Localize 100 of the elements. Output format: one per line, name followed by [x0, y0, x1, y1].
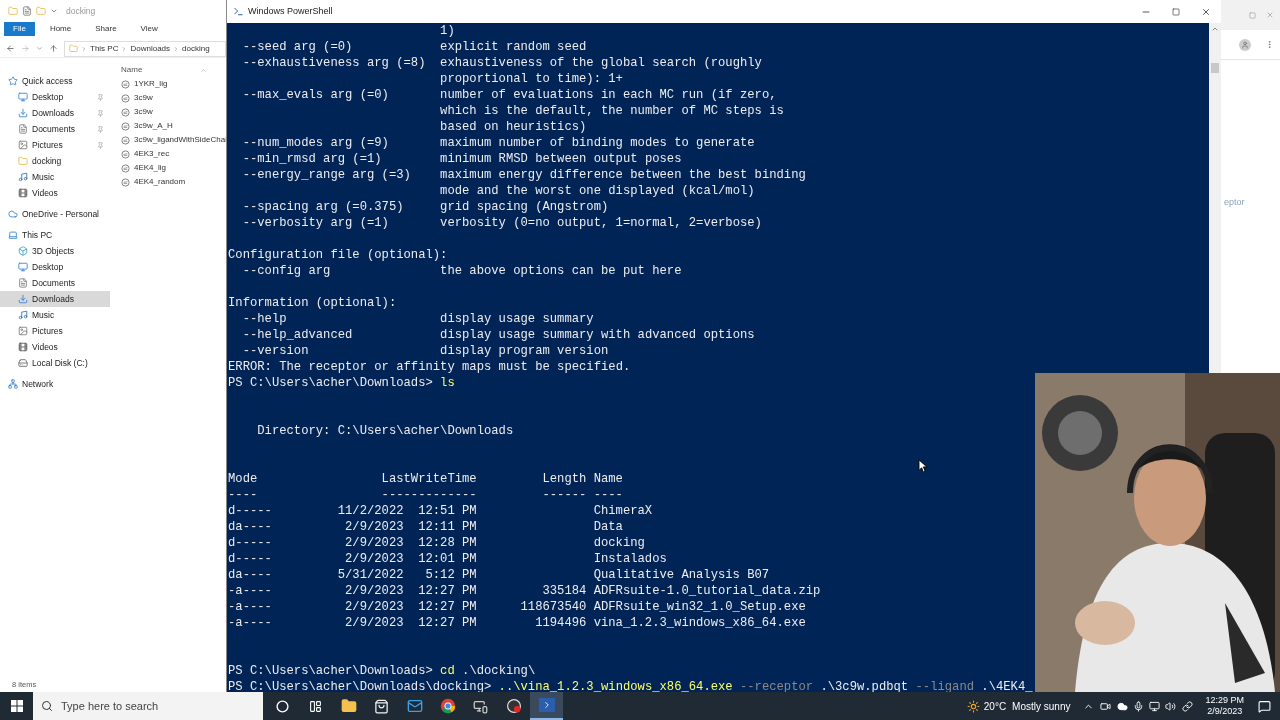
option-description: based on heuristics) — [440, 119, 587, 135]
hard-drive-icon — [18, 358, 28, 368]
scroll-thumb[interactable] — [1211, 63, 1219, 73]
breadcrumb-item[interactable]: docking — [182, 42, 210, 55]
microphone-icon[interactable] — [1133, 700, 1145, 712]
temperature-text[interactable]: 20°C — [983, 698, 1007, 714]
sort-icon — [200, 66, 208, 74]
nav-item[interactable]: This PC — [0, 227, 110, 243]
back-icon[interactable] — [6, 44, 15, 53]
command-text: cd — [440, 663, 455, 679]
parameter-text: --receptor — [739, 679, 814, 692]
notification-icon[interactable] — [1258, 699, 1271, 713]
cloud-icon[interactable] — [1117, 700, 1129, 712]
file-item[interactable]: 1YKR_lig — [121, 77, 226, 91]
nav-item[interactable]: 3D Objects — [0, 243, 110, 259]
link-icon[interactable] — [1182, 700, 1194, 712]
file-icon — [121, 149, 130, 159]
mode-cell: d----- — [228, 536, 272, 550]
nav-item[interactable]: Videos — [0, 185, 110, 201]
nav-item[interactable]: Documents — [0, 121, 110, 137]
argument-text: .\4EK4_ — [981, 679, 1033, 692]
option-name: --verbosity arg (=1) — [242, 216, 389, 230]
option-description: proportional to time): 1+ — [440, 71, 623, 87]
table-header: ---- — [228, 488, 258, 502]
avatar-icon[interactable] — [1239, 38, 1251, 51]
file-item[interactable]: 3c9w_ligandWithSideChai — [121, 133, 226, 147]
nav-item[interactable]: Desktop — [0, 89, 110, 105]
nav-item[interactable]: docking — [0, 153, 110, 169]
menu-icon[interactable] — [1265, 40, 1274, 49]
option-description: verbosity (0=no output, 1=normal, 2=verbose) — [440, 215, 762, 231]
weather-icon[interactable] — [966, 699, 980, 713]
nav-item[interactable]: Music — [0, 307, 110, 323]
ribbon-tab[interactable]: View — [131, 22, 167, 36]
nav-item[interactable]: Videos — [0, 339, 110, 355]
file-item[interactable]: 3c9w — [121, 105, 226, 119]
star-icon — [8, 76, 18, 86]
download-icon — [18, 108, 28, 118]
ribbon-tab[interactable]: Home — [40, 22, 81, 36]
date-cell: 2/9/2023 — [345, 552, 404, 566]
nav-item[interactable]: Pictures — [0, 323, 110, 339]
nav-item[interactable]: Local Disk (C:) — [0, 355, 110, 371]
option-name: --max_evals arg (=0) — [242, 88, 389, 102]
clock[interactable]: 12:29 PM 2/9/2023 — [1205, 695, 1244, 717]
network-icon — [8, 379, 18, 389]
breadcrumb-item[interactable]: Downloads — [130, 42, 171, 55]
search-field[interactable]: Type here to search — [33, 692, 263, 720]
file-item[interactable]: 4EK4_lig — [121, 161, 226, 175]
argument-text: .\docking\ — [462, 663, 536, 679]
camera-icon[interactable] — [1100, 700, 1112, 712]
terminal-icon[interactable] — [530, 692, 563, 720]
prompt-text: PS C:\Users\acher\Downloads\docking> — [228, 679, 492, 692]
argument-text: .\3c9w.pdbqt — [820, 679, 909, 692]
file-icon — [121, 79, 130, 89]
mode-cell: da---- — [228, 568, 272, 582]
option-description: the above options can be put here — [440, 263, 682, 279]
date-cell: 2/9/2023 — [345, 616, 404, 630]
file-icon — [121, 163, 130, 173]
file-icon — [121, 177, 130, 187]
monitor-icon — [18, 262, 28, 272]
file-item[interactable]: 3c9w — [121, 91, 226, 105]
time-cell: 5:12 PM — [425, 568, 477, 582]
mode-cell: da---- — [228, 520, 272, 534]
nav-item[interactable]: Downloads — [0, 291, 110, 307]
address-bar[interactable]: This PC Downloads docking — [64, 40, 226, 57]
nav-item[interactable]: Quick access — [0, 73, 110, 89]
nav-item[interactable]: Pictures — [0, 137, 110, 153]
nav-item[interactable]: Network — [0, 376, 110, 392]
option-description: mode and the worst one displayed (kcal/mol) — [440, 183, 755, 199]
file-icon — [121, 121, 130, 131]
nav-item[interactable]: Desktop — [0, 259, 110, 275]
weather-text[interactable]: Mostly sunny — [1012, 698, 1071, 714]
breadcrumb-item[interactable]: This PC — [90, 42, 119, 55]
nav-item[interactable]: OneDrive - Personal — [0, 206, 110, 222]
up-icon[interactable] — [49, 44, 58, 53]
name-cell: Data — [593, 519, 623, 535]
ribbon-tab[interactable]: File — [4, 22, 35, 36]
option-description: maximum energy difference between the best binding — [440, 167, 806, 183]
nav-item[interactable]: Documents — [0, 275, 110, 291]
output-text: Configuration file (optional): — [228, 248, 448, 262]
option-description: grid spacing (Angstrom) — [440, 199, 609, 215]
nav-item[interactable]: Music — [0, 169, 110, 185]
parameter-text: --ligand — [915, 679, 974, 692]
scroll-up-icon[interactable] — [1211, 25, 1219, 33]
option-description: 1) — [440, 23, 455, 39]
new-folder-icon — [36, 6, 46, 16]
nav-item[interactable]: Downloads — [0, 105, 110, 121]
file-item[interactable]: 4EK4_random — [121, 175, 226, 189]
volume-icon[interactable] — [1165, 700, 1177, 712]
file-icon — [121, 93, 130, 103]
file-item[interactable]: 4EK3_rec — [121, 147, 226, 161]
ribbon-tab[interactable]: Share — [86, 22, 126, 36]
option-description: display usage summary — [440, 311, 594, 327]
document-icon — [18, 278, 28, 288]
file-item[interactable]: 3c9w_A_H — [121, 119, 226, 133]
page-text: eptor — [1224, 197, 1245, 207]
option-name: --help_advanced — [242, 328, 353, 342]
table-header: Length — [542, 472, 587, 486]
option-description: which is the default, the number of MC steps is — [440, 103, 784, 119]
column-header[interactable]: Name — [121, 64, 143, 76]
network-icon[interactable] — [1149, 700, 1161, 712]
